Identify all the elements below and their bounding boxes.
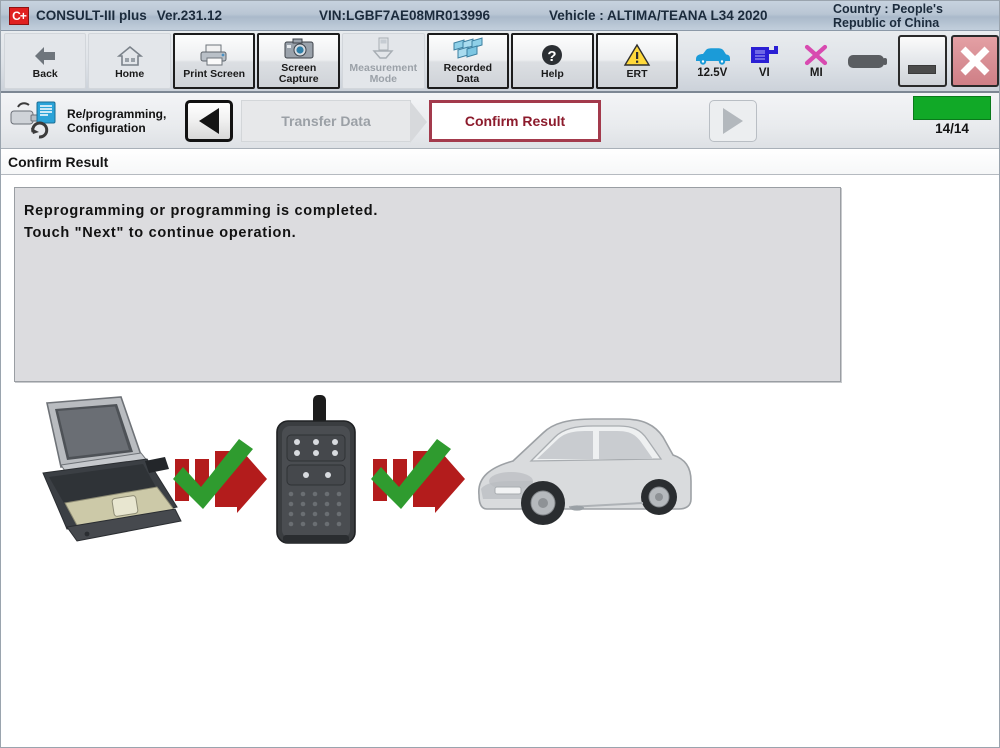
voltage-status: 12.5V	[686, 44, 738, 79]
measurement-mode-label-2: Mode	[369, 73, 397, 85]
voltage-label: 12.5V	[697, 66, 728, 79]
print-screen-button[interactable]: Print Screen	[172, 33, 256, 89]
home-icon	[116, 43, 143, 67]
battery-status	[842, 50, 894, 73]
home-button[interactable]: Home	[88, 33, 171, 89]
process-illustration	[15, 393, 715, 563]
back-button-label: Back	[32, 67, 58, 80]
status-indicators: 12.5V VI MI	[686, 33, 894, 89]
recorded-data-label: Recorded Data	[444, 63, 492, 85]
camera-icon	[283, 37, 315, 61]
car-voltage-icon	[696, 47, 731, 65]
back-button[interactable]: Back	[4, 33, 87, 89]
ert-button-label: ERT	[626, 67, 648, 80]
progress-indicator: 14/14	[913, 96, 991, 136]
mi-disconnected-x-icon	[805, 44, 828, 65]
app-version: Ver.231.12	[156, 8, 223, 23]
screen-capture-button[interactable]: Screen Capture	[257, 33, 341, 89]
mi-status: MI	[790, 44, 842, 79]
mode-label-line-2: Configuration	[67, 120, 146, 135]
triangle-right-icon	[723, 107, 743, 134]
home-button-label: Home	[115, 67, 145, 80]
ert-button[interactable]: ERT	[595, 33, 679, 89]
screen-capture-label-2: Capture	[278, 73, 319, 85]
close-button[interactable]	[950, 35, 1000, 87]
measurement-mode-button[interactable]: Measurement Mode	[342, 33, 425, 89]
main-toolbar: Back Home Print Screen Screen Capture Me…	[1, 31, 1000, 93]
consult-iii-plus-window: C+ CONSULT-III plus Ver.231.12 VIN:LGBF7…	[0, 0, 1000, 748]
laptop-icon	[42, 396, 182, 542]
progress-bar	[913, 96, 991, 120]
message-line-2: Touch "Next" to continue operation.	[24, 225, 297, 241]
step-transfer-data-label: Transfer Data	[281, 112, 371, 129]
check-arrow-icon-2	[371, 439, 465, 513]
reprogramming-configuration-icon	[7, 99, 65, 143]
step-confirm-result-label: Confirm Result	[464, 112, 566, 129]
step-transfer-data[interactable]: Transfer Data	[241, 99, 427, 143]
battery-icon	[848, 54, 888, 68]
help-question-icon: ?	[539, 43, 565, 67]
country-line-2: Republic of China	[833, 16, 940, 30]
app-name: CONSULT-III plus	[36, 8, 147, 23]
vehicle-label: Vehicle : ALTIMA/TEANA L34 2020	[549, 8, 768, 23]
minimize-button[interactable]	[898, 35, 947, 87]
recorded-data-button[interactable]: Recorded Data	[426, 33, 510, 89]
mode-label: Re/programming, Configuration	[67, 107, 179, 135]
vehicle-icon	[478, 418, 692, 525]
measurement-mode-label: Measurement Mode	[349, 63, 417, 85]
recorded-data-icon	[452, 37, 484, 61]
vi-device-icon	[751, 45, 779, 63]
vi-status: VI	[738, 44, 790, 79]
message-line-1: Reprogramming or programming is complete…	[24, 203, 379, 219]
check-arrow-icon-1	[173, 439, 267, 513]
svg-text:?: ?	[548, 48, 557, 65]
main-content: Reprogramming or programming is complete…	[1, 175, 999, 747]
vin-label: VIN:LGBF7AE08MR013996	[319, 8, 491, 23]
consult-plus-logo-icon: C+	[9, 6, 29, 25]
navigation-bar: Re/programming, Configuration Transfer D…	[1, 93, 999, 149]
triangle-left-icon	[199, 107, 219, 134]
next-step-button[interactable]	[709, 99, 757, 142]
progress-text: 14/14	[935, 121, 969, 136]
screen-capture-label: Screen Capture	[279, 63, 319, 85]
country-label: Country : People's Republic of China	[833, 2, 983, 30]
message-panel: Reprogramming or programming is complete…	[14, 187, 841, 382]
close-x-icon	[960, 46, 990, 76]
minimize-icon	[908, 64, 937, 74]
printer-icon	[198, 43, 230, 67]
vi-label: VI	[758, 66, 770, 79]
breadcrumb: Transfer Data Confirm Result	[241, 99, 601, 143]
title-bar: C+ CONSULT-III plus Ver.231.12 VIN:LGBF7…	[1, 1, 999, 31]
help-button-label: Help	[541, 67, 564, 80]
warning-triangle-icon	[623, 43, 651, 67]
mode-label-line-1: Re/programming,	[67, 106, 167, 121]
page-title-text: Confirm Result	[8, 153, 109, 170]
page-title: Confirm Result	[1, 149, 999, 175]
back-arrow-icon	[32, 43, 58, 67]
help-button[interactable]: ? Help	[511, 33, 594, 89]
measurement-icon	[369, 37, 397, 61]
country-line-1: Country : People's	[833, 2, 943, 16]
step-confirm-result[interactable]: Confirm Result	[429, 99, 601, 142]
mi-label: MI	[809, 66, 823, 79]
chevron-right-icon-1	[410, 100, 427, 143]
recorded-data-label-2: Data	[456, 73, 480, 85]
previous-step-button[interactable]	[185, 99, 233, 142]
print-screen-label: Print Screen	[183, 67, 246, 80]
vi-device-icon-large	[276, 395, 356, 544]
